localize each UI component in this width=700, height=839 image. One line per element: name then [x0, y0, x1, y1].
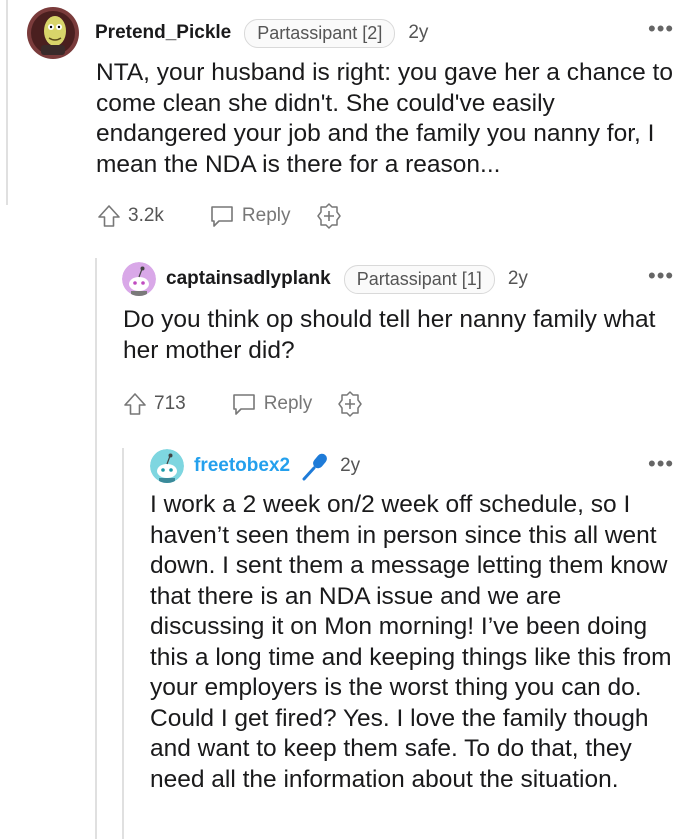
user-flair: Partassipant [2]	[244, 18, 396, 48]
upvote-button[interactable]: 3.2k	[96, 203, 164, 229]
avatar[interactable]	[122, 262, 156, 296]
reply-button[interactable]: Reply	[208, 203, 291, 229]
thread-line-level-1	[95, 258, 97, 839]
award-plus-icon	[338, 391, 363, 417]
comment-body: Do you think op should tell her nanny fa…	[123, 306, 656, 364]
comment-actions: 713 Reply	[122, 389, 364, 419]
upvote-icon	[124, 393, 146, 415]
username[interactable]: captainsadlyplank	[166, 268, 331, 290]
more-options-icon[interactable]: •••	[648, 451, 674, 477]
thread-line-left-edge	[6, 0, 8, 205]
thread-line-level-2	[122, 448, 124, 839]
reply-label: Reply	[241, 205, 291, 226]
comment-age: 2y	[408, 22, 429, 43]
comment-body: I work a 2 week on/2 week off schedule, …	[150, 491, 672, 793]
reply-bubble-icon	[232, 394, 255, 415]
avatar[interactable]	[150, 449, 184, 483]
comment-age: 2y	[507, 268, 528, 289]
comment-age: 2y	[340, 455, 361, 476]
upvote-count: 3.2k	[128, 205, 164, 226]
award-plus-icon	[316, 203, 341, 229]
comment-actions: 3.2k Reply	[96, 201, 343, 231]
comment-body: NTA, your husband is right: you gave her…	[96, 59, 673, 178]
comment-header: freetobex2 2y	[150, 449, 360, 483]
upvote-count: 713	[154, 393, 186, 414]
comment-header: captainsadlyplank Partassipant [1] 2y	[122, 262, 528, 296]
avatar[interactable]	[27, 7, 79, 59]
more-options-icon[interactable]: •••	[648, 16, 674, 42]
reply-label: Reply	[263, 393, 313, 414]
upvote-icon	[98, 205, 120, 227]
user-flair: Partassipant [1]	[343, 264, 495, 294]
reply-bubble-icon	[211, 206, 233, 227]
award-button[interactable]	[336, 390, 364, 418]
username[interactable]: Pretend_Pickle	[95, 22, 231, 44]
reply-button[interactable]: Reply	[230, 391, 313, 417]
more-options-icon[interactable]: •••	[648, 263, 674, 289]
username[interactable]: freetobex2	[194, 455, 290, 477]
comment-header: Pretend_Pickle Partassipant [2] 2y	[27, 7, 428, 59]
microphone-icon	[300, 451, 330, 481]
award-button[interactable]	[315, 202, 343, 230]
upvote-button[interactable]: 713	[122, 391, 186, 417]
